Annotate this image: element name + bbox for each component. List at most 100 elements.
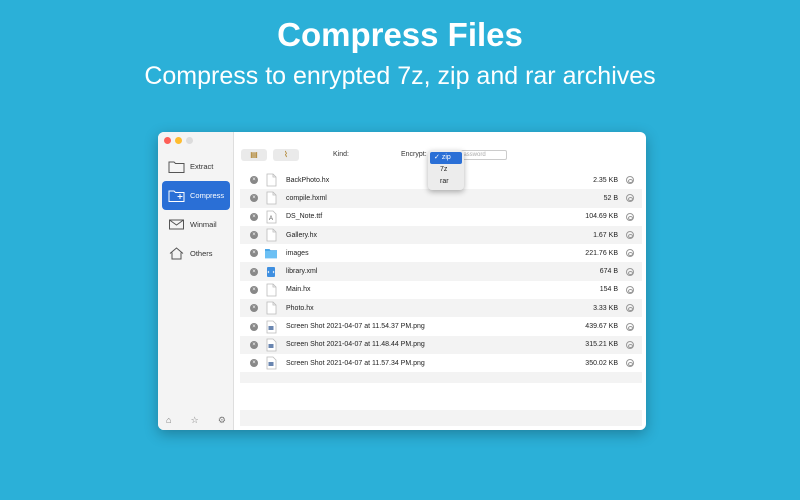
file-name: compile.hxml bbox=[286, 194, 327, 202]
add-files-button[interactable]: ▤ bbox=[241, 149, 267, 161]
file-name: Gallery.hx bbox=[286, 231, 317, 239]
file-row[interactable]: × Screen Shot 2021-04-07 at 11.54.37 PM.p… bbox=[240, 317, 642, 336]
reveal-in-finder-icon[interactable] bbox=[626, 322, 634, 331]
remove-icon[interactable]: × bbox=[250, 267, 258, 276]
remove-icon[interactable]: × bbox=[250, 194, 258, 203]
window-controls bbox=[164, 137, 193, 144]
folder-plus-icon bbox=[168, 190, 185, 202]
reveal-in-finder-icon[interactable] bbox=[626, 359, 634, 368]
reveal-in-finder-icon[interactable] bbox=[626, 340, 634, 349]
hero-title: Compress Files bbox=[277, 16, 523, 53]
file-name: DS_Note.ttf bbox=[286, 213, 323, 221]
file-icon bbox=[264, 228, 278, 242]
reveal-in-finder-icon[interactable] bbox=[626, 304, 634, 313]
app-window: Extract Compress Winmail Others ⌂ ☆ ⚙ ▤ … bbox=[158, 132, 646, 430]
image-file-icon bbox=[264, 338, 278, 352]
file-row[interactable]: × images 221.76 KB bbox=[240, 244, 642, 263]
kind-option-zip[interactable]: ✓ zip bbox=[430, 152, 462, 164]
file-size: 315.21 KB bbox=[585, 341, 618, 349]
file-name: Screen Shot 2021-04-07 at 11.57.34 PM.pn… bbox=[286, 359, 425, 367]
file-name: images bbox=[286, 249, 309, 257]
file-row[interactable]: × compile.hxml 52 B bbox=[240, 189, 642, 208]
zoom-window-button[interactable] bbox=[186, 137, 193, 144]
encrypt-label: Encrypt: bbox=[401, 151, 427, 158]
remove-icon[interactable]: × bbox=[250, 176, 258, 185]
kind-option-7z[interactable]: 7z bbox=[428, 164, 464, 176]
folder-icon bbox=[168, 161, 185, 173]
file-icon bbox=[264, 301, 278, 315]
sidebar-item-label: Winmail bbox=[190, 220, 217, 229]
file-size: 2.35 KB bbox=[593, 176, 618, 184]
remove-icon[interactable]: × bbox=[250, 249, 258, 258]
remove-icon[interactable]: × bbox=[250, 322, 258, 331]
minimize-window-button[interactable] bbox=[175, 137, 182, 144]
reveal-in-finder-icon[interactable] bbox=[626, 176, 634, 185]
sidebar-nav: Extract Compress Winmail Others bbox=[162, 152, 230, 268]
remove-icon[interactable]: × bbox=[250, 340, 258, 349]
svg-text:A: A bbox=[269, 216, 273, 222]
image-file-icon bbox=[264, 356, 278, 370]
reveal-in-finder-icon[interactable] bbox=[626, 231, 634, 240]
remove-icon[interactable]: × bbox=[250, 285, 258, 294]
kind-dropdown-menu: ✓ zip 7z rar bbox=[428, 150, 464, 190]
file-size: 350.02 KB bbox=[585, 359, 618, 367]
file-name: BackPhoto.hx bbox=[286, 176, 330, 184]
broom-icon: ⌇ bbox=[284, 150, 288, 159]
close-window-button[interactable] bbox=[164, 137, 171, 144]
folder-icon bbox=[264, 246, 278, 260]
status-bar bbox=[240, 410, 642, 426]
reveal-in-finder-icon[interactable] bbox=[626, 267, 634, 276]
file-icon bbox=[264, 191, 278, 205]
file-name: Main.hx bbox=[286, 286, 311, 294]
add-files-icon: ▤ bbox=[250, 150, 258, 159]
file-size: 52 B bbox=[603, 194, 618, 202]
file-name: Screen Shot 2021-04-07 at 11.48.44 PM.pn… bbox=[286, 341, 425, 349]
file-row[interactable]: × library.xml 674 B bbox=[240, 262, 642, 281]
sidebar-item-winmail[interactable]: Winmail bbox=[162, 210, 230, 239]
sidebar-item-label: Extract bbox=[190, 162, 214, 171]
file-row[interactable]: × Main.hx 154 B bbox=[240, 280, 642, 300]
file-row[interactable]: × Gallery.hx 1.67 KB bbox=[240, 225, 642, 245]
file-row[interactable]: × Screen Shot 2021-04-07 at 11.57.34 PM.p… bbox=[240, 353, 642, 373]
file-size: 104.69 KB bbox=[585, 213, 618, 221]
clear-button[interactable]: ⌇ bbox=[273, 149, 299, 161]
kind-option-rar[interactable]: rar bbox=[428, 176, 464, 188]
file-size: 439.67 KB bbox=[585, 323, 618, 331]
file-size: 3.33 KB bbox=[593, 304, 618, 312]
file-size: 1.67 KB bbox=[593, 231, 618, 239]
file-row[interactable]: × Screen Shot 2021-04-07 at 11.48.44 PM.p… bbox=[240, 335, 642, 354]
font-file-icon: A bbox=[264, 210, 278, 224]
file-icon bbox=[264, 173, 278, 187]
remove-icon[interactable]: × bbox=[250, 304, 258, 313]
file-icon bbox=[264, 283, 278, 297]
reveal-in-finder-icon[interactable] bbox=[626, 285, 634, 294]
image-file-icon bbox=[264, 320, 278, 334]
reveal-in-finder-icon[interactable] bbox=[626, 212, 634, 221]
file-name: Photo.hx bbox=[286, 304, 314, 312]
file-list: × BackPhoto.hx 2.35 KB × compile.hxml 52 B × A D… bbox=[240, 171, 642, 383]
gear-icon[interactable]: ⚙ bbox=[218, 415, 226, 426]
file-size: 674 B bbox=[599, 268, 618, 276]
sidebar-item-compress[interactable]: Compress bbox=[162, 181, 230, 210]
remove-icon[interactable]: × bbox=[250, 212, 258, 221]
main-pane: ▤ ⌇ Kind: Encrypt: Enter password ✓ zip … bbox=[235, 132, 646, 430]
kind-label: Kind: bbox=[333, 151, 349, 158]
home-icon[interactable]: ⌂ bbox=[166, 415, 171, 426]
remove-icon[interactable]: × bbox=[250, 231, 258, 240]
remove-icon[interactable]: × bbox=[250, 359, 258, 368]
house-icon bbox=[169, 247, 184, 260]
file-size: 154 B bbox=[599, 286, 618, 294]
reveal-in-finder-icon[interactable] bbox=[626, 249, 634, 258]
file-row[interactable]: × A DS_Note.ttf 104.69 KB bbox=[240, 207, 642, 226]
reveal-in-finder-icon[interactable] bbox=[626, 194, 634, 203]
sidebar-item-extract[interactable]: Extract bbox=[162, 152, 230, 181]
file-row[interactable]: × Photo.hx 3.33 KB bbox=[240, 299, 642, 318]
star-icon[interactable]: ☆ bbox=[191, 415, 199, 426]
file-name: Screen Shot 2021-04-07 at 11.54.37 PM.pn… bbox=[286, 323, 425, 331]
sidebar-item-others[interactable]: Others bbox=[162, 239, 230, 268]
sidebar-item-label: Others bbox=[190, 249, 213, 258]
sidebar: Extract Compress Winmail Others ⌂ ☆ ⚙ bbox=[158, 132, 234, 430]
hero-subtitle: Compress to enrypted 7z, zip and rar arc… bbox=[144, 62, 656, 90]
sidebar-item-label: Compress bbox=[190, 191, 225, 200]
envelope-icon bbox=[169, 219, 184, 230]
